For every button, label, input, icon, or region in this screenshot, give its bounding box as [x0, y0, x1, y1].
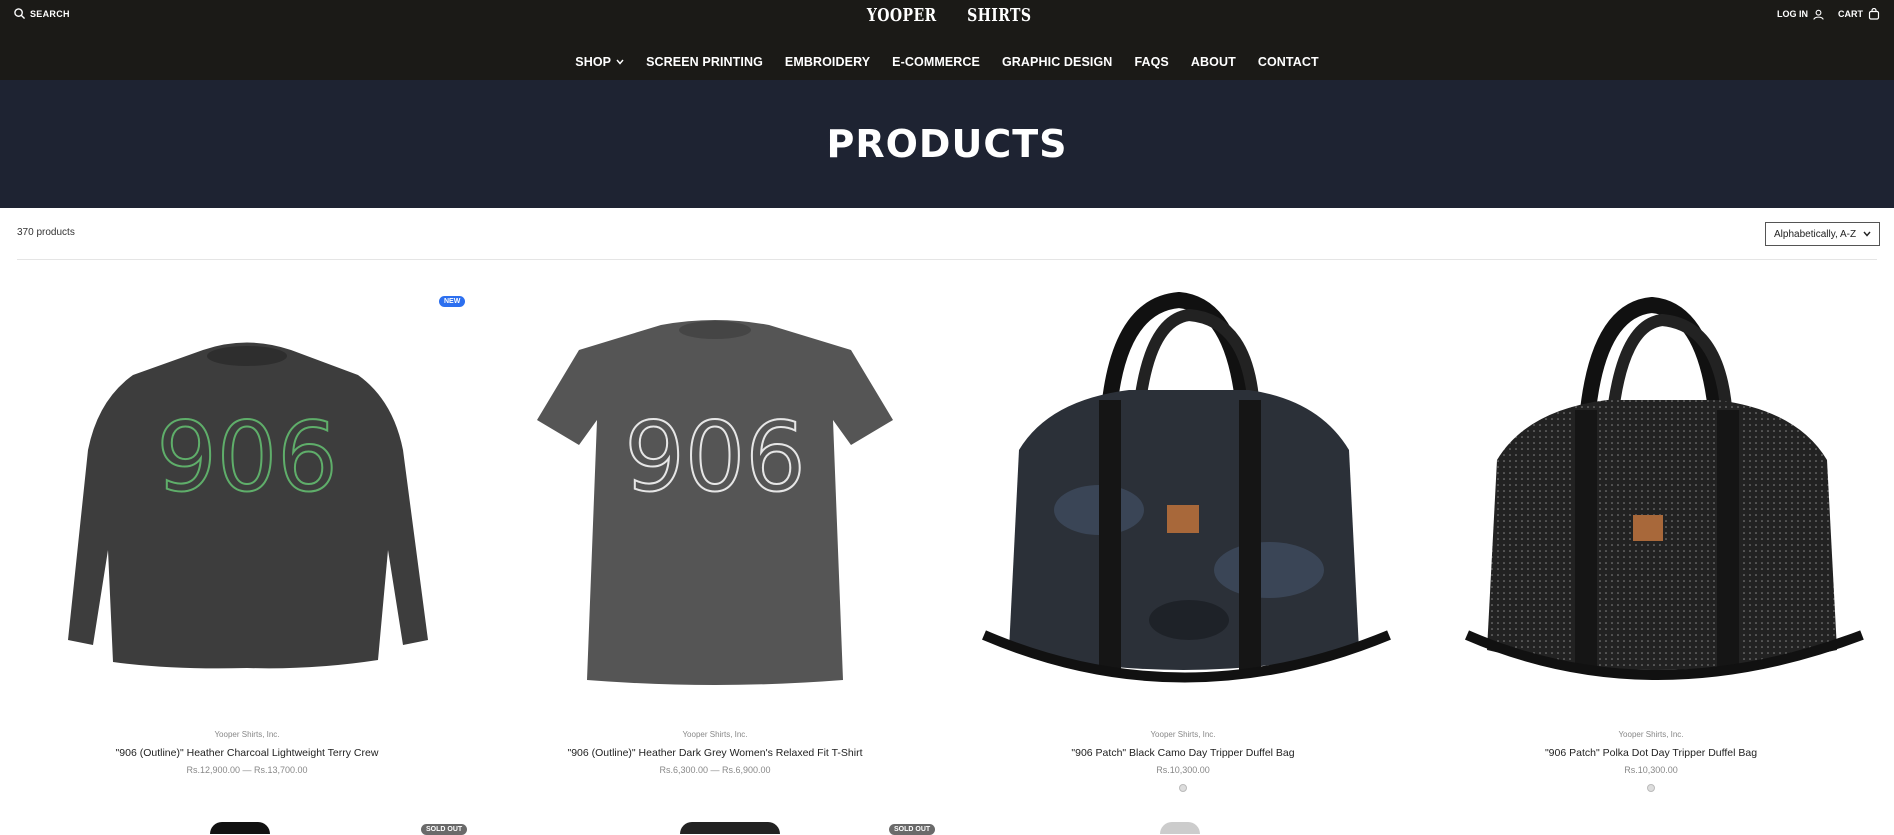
product-image-peek	[210, 822, 270, 834]
nav-item-shop[interactable]: SHOP	[564, 55, 635, 69]
product-title[interactable]: "906 (Outline)" Heather Dark Grey Women'…	[481, 747, 949, 759]
divider	[17, 259, 1877, 260]
product-card[interactable]: Yooper Shirts, Inc. "906 Patch" Black Ca…	[949, 290, 1417, 792]
site-logo[interactable]: YOOPER SHIRTS	[867, 0, 1032, 30]
tshirt-image: 906	[537, 320, 893, 685]
product-title[interactable]: "906 Patch" Black Camo Day Tripper Duffe…	[949, 747, 1417, 759]
product-count: 370 products	[17, 227, 75, 238]
user-icon	[1813, 9, 1824, 20]
product-image-peek	[680, 822, 780, 834]
product-vendor: Yooper Shirts, Inc.	[682, 730, 748, 739]
cart-icon	[1868, 8, 1880, 20]
logo-text-right: SHIRTS	[967, 4, 1032, 26]
sort-value: Alphabetically, A-Z	[1774, 228, 1857, 240]
product-price: Rs.10,300.00	[1624, 765, 1678, 775]
new-badge: NEW	[439, 296, 466, 307]
product-title[interactable]: "906 (Outline)" Heather Charcoal Lightwe…	[13, 747, 481, 759]
nav-item-faqs[interactable]: FAQS	[1123, 55, 1179, 69]
product-card[interactable]: NEW 906 Yooper Shirts, Inc. "906 (Outlin…	[13, 290, 481, 775]
product-card[interactable]: Yooper Shirts, Inc. "906 Patch" Polka Do…	[1417, 290, 1885, 792]
logo-text-left: YOOPER	[866, 4, 937, 26]
product-image[interactable]	[1417, 290, 1885, 720]
color-swatch[interactable]	[1647, 784, 1655, 792]
collection-hero: PRODUCTS	[0, 80, 1894, 208]
sweatshirt-image: 906	[68, 342, 428, 669]
nav-item-embroidery[interactable]: EMBROIDERY	[774, 55, 881, 69]
main-nav: SHOP SCREEN PRINTING EMBROIDERY E-COMMER…	[0, 55, 1894, 69]
product-image[interactable]: 906	[481, 290, 949, 720]
top-header: SEARCH YOOPER SHIRTS LOG IN CART SHOP SC…	[0, 0, 1894, 80]
nav-item-contact[interactable]: CONTACT	[1247, 55, 1330, 69]
cart-label: CART	[1838, 9, 1863, 19]
product-price: Rs.6,300.00 — Rs.6,900.00	[659, 765, 771, 775]
product-title[interactable]: "906 Patch" Polka Dot Day Tripper Duffel…	[1417, 747, 1885, 759]
nav-item-graphic-design[interactable]: GRAPHIC DESIGN	[991, 55, 1123, 69]
chevron-down-icon	[1863, 231, 1871, 237]
product-price: Rs.12,900.00 — Rs.13,700.00	[186, 765, 308, 775]
nav-item-label: SHOP	[575, 55, 612, 69]
login-link[interactable]: LOG IN	[1777, 9, 1824, 20]
duffel-bag-image	[982, 291, 1391, 683]
sold-out-badge: SOLD OUT	[889, 824, 936, 835]
product-price: Rs.10,300.00	[1156, 765, 1210, 775]
duffel-bag-image	[1465, 296, 1864, 680]
product-image[interactable]	[949, 290, 1417, 720]
product-vendor: Yooper Shirts, Inc.	[1150, 730, 1216, 739]
cart-link[interactable]: CART	[1838, 8, 1880, 20]
chevron-down-icon	[616, 59, 624, 65]
product-card[interactable]: 906 Yooper Shirts, Inc. "906 (Outline)" …	[481, 290, 949, 775]
product-vendor: Yooper Shirts, Inc.	[214, 730, 280, 739]
svg-text:906: 906	[156, 403, 337, 513]
sold-out-badge: SOLD OUT	[421, 824, 468, 835]
search-button[interactable]: SEARCH	[14, 8, 70, 19]
search-label: SEARCH	[30, 8, 70, 19]
product-image-peek	[1160, 822, 1200, 834]
product-image[interactable]: NEW 906	[13, 290, 481, 720]
search-icon	[14, 8, 25, 19]
color-swatch[interactable]	[1179, 784, 1187, 792]
login-label: LOG IN	[1777, 9, 1808, 19]
account-area: LOG IN CART	[1777, 8, 1880, 20]
nav-item-about[interactable]: ABOUT	[1180, 55, 1247, 69]
sort-select[interactable]: Alphabetically, A-Z	[1765, 222, 1880, 246]
nav-item-e-commerce[interactable]: E-COMMERCE	[881, 55, 991, 69]
svg-text:906: 906	[624, 403, 805, 513]
product-vendor: Yooper Shirts, Inc.	[1618, 730, 1684, 739]
page-title: PRODUCTS	[826, 122, 1068, 166]
nav-item-screen-printing[interactable]: SCREEN PRINTING	[635, 55, 774, 69]
